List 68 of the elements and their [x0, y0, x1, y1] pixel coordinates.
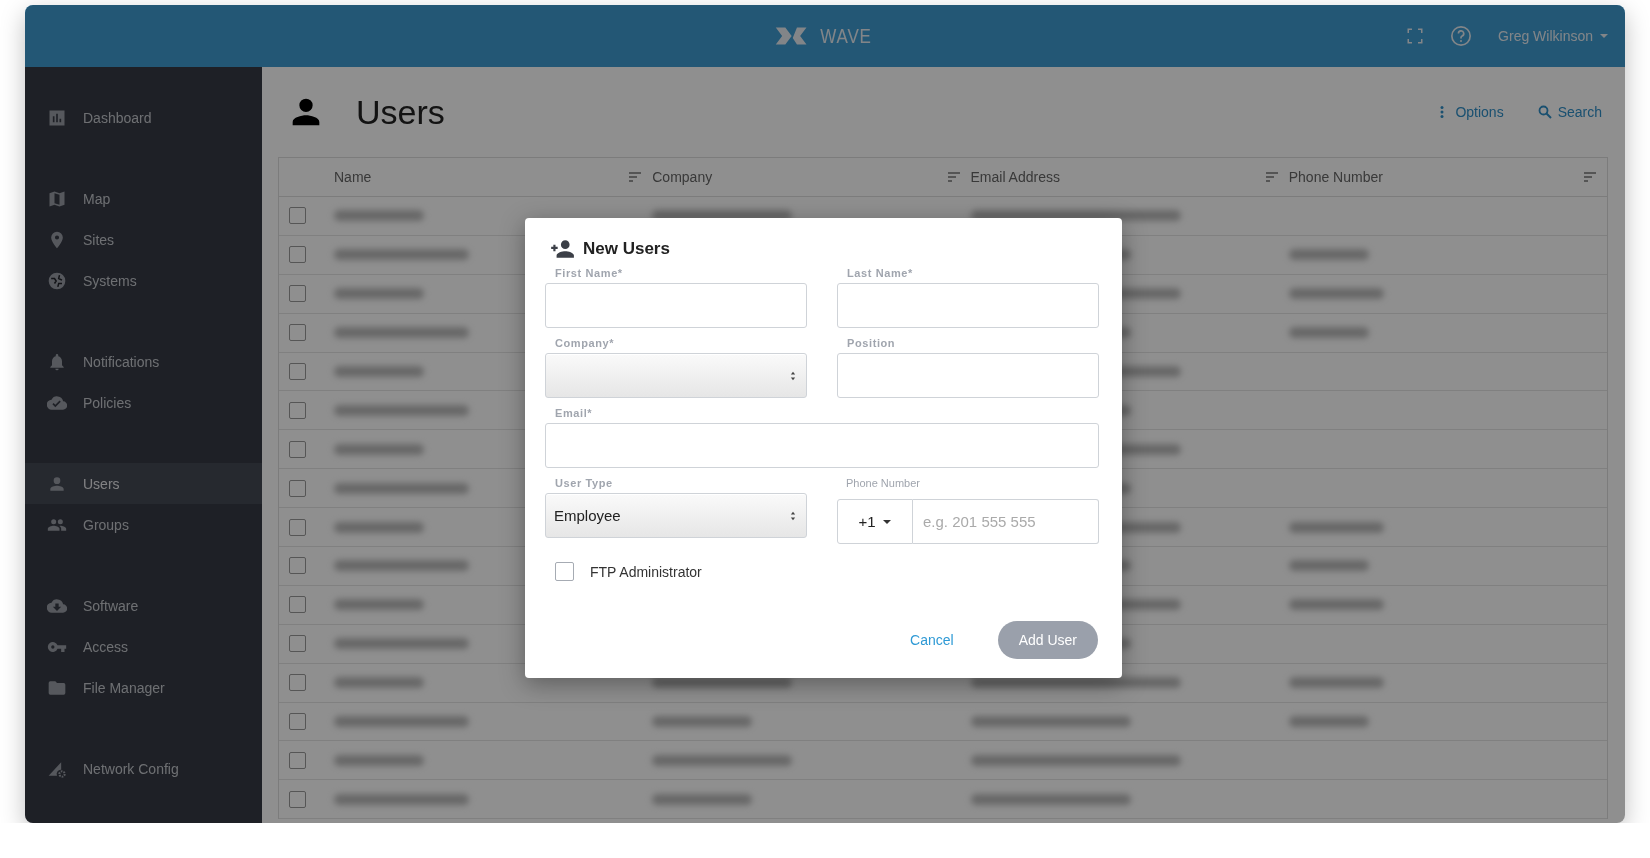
- sort-lines-icon: [1583, 170, 1597, 184]
- row-checkbox[interactable]: [289, 207, 306, 225]
- up-down-arrows-icon: [788, 510, 798, 521]
- sort-lines-icon: [1264, 170, 1279, 184]
- sidebar-item[interactable]: Software: [25, 585, 262, 626]
- field-label: Company*: [554, 336, 616, 351]
- column-header[interactable]: Name: [334, 169, 372, 185]
- page-title: Users: [356, 92, 445, 132]
- sidebar-item[interactable]: Systems: [25, 260, 262, 301]
- sort-lines-icon: [628, 170, 643, 184]
- checkbox-label: FTP Administrator: [590, 563, 702, 580]
- sidebar-item[interactable]: Network Config: [25, 748, 262, 789]
- row-checkbox[interactable]: [289, 246, 306, 264]
- row-checkbox[interactable]: [289, 713, 306, 730]
- input-field[interactable]: [545, 283, 807, 328]
- field-label: Email*: [554, 406, 594, 421]
- sidebar-item[interactable]: Users: [25, 463, 262, 504]
- logo-text: WAVE: [820, 24, 872, 48]
- row-checkbox[interactable]: [289, 790, 306, 808]
- sort-lines-icon: [946, 170, 961, 184]
- sidebar-item[interactable]: Dashboard: [25, 97, 262, 138]
- up-down-arrows-icon: [788, 370, 798, 381]
- search-icon: [1537, 105, 1552, 119]
- help-icon[interactable]: [1450, 25, 1473, 47]
- row-checkbox[interactable]: [289, 674, 306, 692]
- sidebar-item[interactable]: Map: [25, 178, 262, 219]
- field-label: Phone Number: [845, 476, 921, 491]
- row-checkbox[interactable]: [289, 635, 306, 653]
- sidebar-item[interactable]: File Manager: [25, 667, 262, 708]
- search-button[interactable]: Search: [1537, 104, 1602, 120]
- country-code-dropdown[interactable]: +1: [837, 499, 913, 544]
- phone-input-field[interactable]: e.g. 201 555 555: [913, 499, 1099, 544]
- dialog-title: New Users: [583, 239, 670, 259]
- user-menu-button[interactable]: Greg Wilkinson: [1498, 28, 1609, 44]
- row-checkbox[interactable]: [289, 596, 306, 614]
- row-checkbox[interactable]: [289, 401, 306, 419]
- row-checkbox[interactable]: [289, 751, 306, 769]
- field-label: First Name*: [554, 266, 624, 281]
- select-field[interactable]: Employee: [545, 493, 807, 538]
- bell-icon: [47, 351, 67, 372]
- cancel-link[interactable]: Cancel: [906, 628, 958, 652]
- globe-icon: [47, 270, 67, 291]
- sidebar-item[interactable]: Groups: [25, 504, 262, 545]
- input-field[interactable]: [545, 423, 1099, 468]
- row-checkbox[interactable]: [289, 324, 306, 342]
- column-header[interactable]: Email Address: [970, 169, 1060, 185]
- field-label: Last Name*: [846, 266, 914, 281]
- row-checkbox[interactable]: [289, 363, 306, 380]
- sidebar-item[interactable]: Policies: [25, 382, 262, 423]
- field-label: User Type: [554, 476, 614, 491]
- sidebar-item[interactable]: Access: [25, 626, 262, 667]
- row-checkbox[interactable]: [289, 518, 306, 536]
- field-label: Position: [846, 336, 897, 351]
- row-checkbox[interactable]: [289, 557, 306, 575]
- input-field[interactable]: [837, 283, 1099, 328]
- sidebar-item[interactable]: Sites: [25, 219, 262, 260]
- fullscreen-icon[interactable]: [1406, 27, 1425, 45]
- column-header[interactable]: Company: [652, 169, 713, 185]
- row-checkbox[interactable]: [289, 440, 306, 458]
- caret-down-icon: [1599, 31, 1609, 41]
- sidebar-item[interactable]: Notifications: [25, 341, 262, 382]
- input-field[interactable]: [837, 353, 1099, 398]
- checkbox[interactable]: [555, 562, 574, 581]
- row-checkbox[interactable]: [289, 285, 306, 303]
- row-checkbox[interactable]: [289, 479, 306, 497]
- select-field[interactable]: [545, 353, 807, 398]
- options-button[interactable]: Options: [1435, 104, 1504, 120]
- column-header[interactable]: Phone Number: [1288, 169, 1383, 185]
